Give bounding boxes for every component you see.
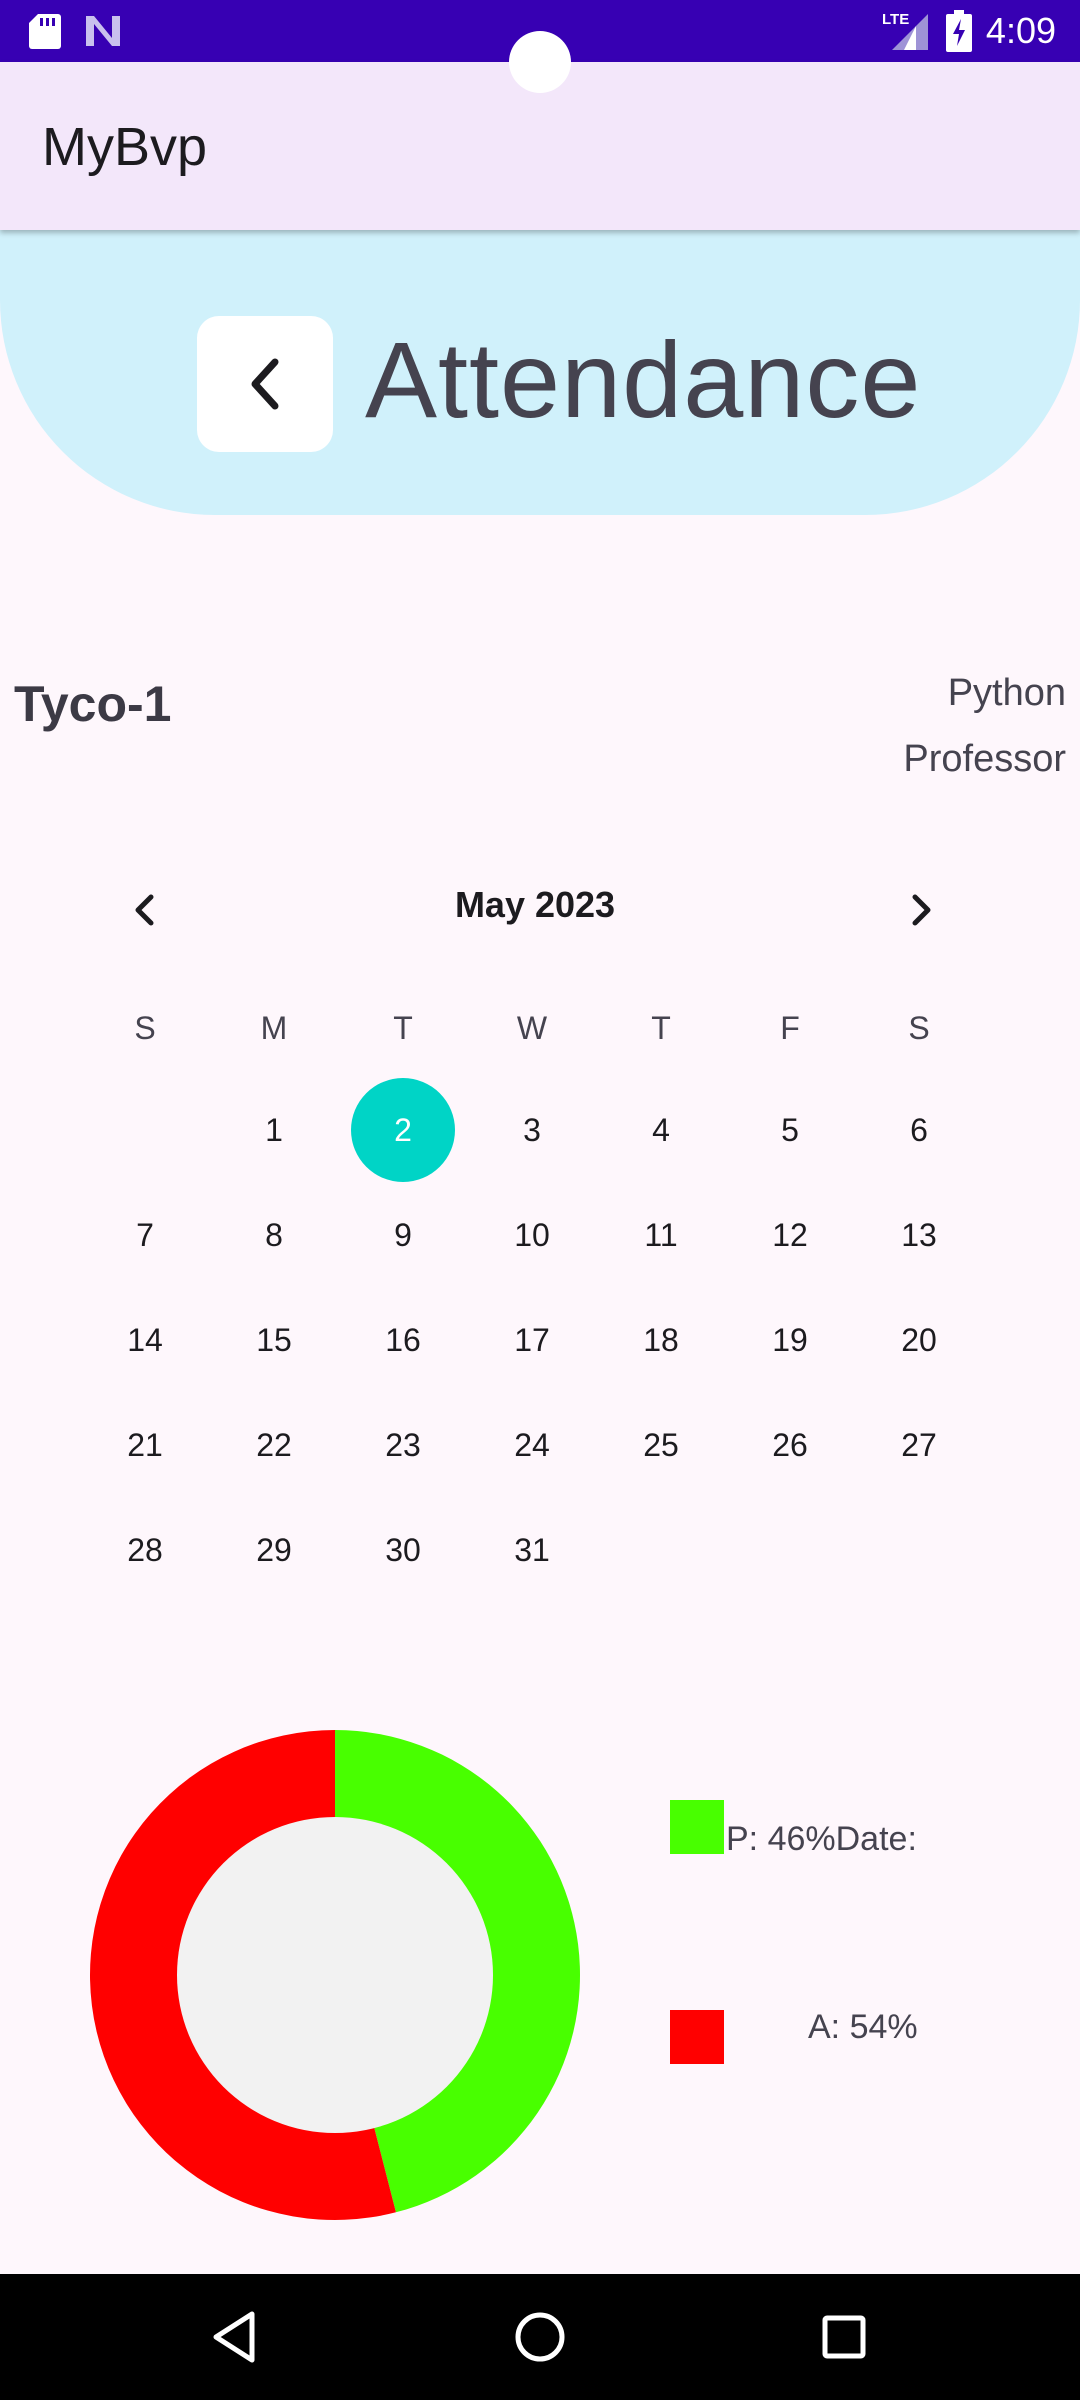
calendar-weekday: W — [516, 1010, 548, 1046]
sd-card-icon — [29, 14, 61, 49]
chart-center-hole — [177, 1817, 493, 2133]
chevron-left-icon — [251, 358, 279, 410]
class-name: Tyco-1 — [14, 676, 172, 732]
nav-back-button[interactable] — [172, 2274, 298, 2400]
calendar-day[interactable]: 26 — [740, 1395, 840, 1495]
status-right-icons: LTE 4:09 — [882, 8, 1056, 54]
calendar-day[interactable]: 10 — [482, 1185, 582, 1285]
calendar-day[interactable]: 22 — [224, 1395, 324, 1495]
network-label: LTE — [882, 11, 909, 28]
attendance-donut-chart — [90, 1730, 581, 2220]
nav-home-button[interactable] — [477, 2274, 603, 2400]
calendar-day[interactable]: 14 — [95, 1290, 195, 1390]
page-title: Attendance — [365, 319, 922, 440]
battery-charging-icon — [945, 10, 972, 52]
calendar-day[interactable]: 21 — [95, 1395, 195, 1495]
calendar-day[interactable]: 16 — [353, 1290, 453, 1390]
calendar-day[interactable]: 5 — [740, 1080, 840, 1180]
n-logo-icon — [86, 16, 120, 46]
subject-name: Python — [947, 672, 1066, 714]
calendar-day[interactable]: 9 — [353, 1185, 453, 1285]
calendar-day[interactable]: 27 — [869, 1395, 969, 1495]
navigation-bar — [0, 2274, 1080, 2400]
calendar-day[interactable]: 23 — [353, 1395, 453, 1495]
calendar-day[interactable]: 15 — [224, 1290, 324, 1390]
calendar-day[interactable]: 20 — [869, 1290, 969, 1390]
calendar-day[interactable]: 7 — [95, 1185, 195, 1285]
app-title: MyBvp — [42, 117, 208, 177]
calendar-day[interactable]: 13 — [869, 1185, 969, 1285]
next-month-button[interactable] — [896, 885, 946, 935]
legend-present-swatch — [670, 1800, 724, 1854]
status-time: 4:09 — [985, 10, 1056, 51]
calendar-day[interactable]: 19 — [740, 1290, 840, 1390]
calendar-day[interactable]: 24 — [482, 1395, 582, 1495]
camera-cutout — [509, 31, 571, 93]
calendar-weekday: T — [651, 1010, 671, 1046]
legend-absent-label: A: 54% — [808, 2008, 918, 2046]
home-circle-icon — [515, 2312, 565, 2362]
calendar-day[interactable]: 25 — [611, 1395, 711, 1495]
calendar-day[interactable]: 11 — [611, 1185, 711, 1285]
signal-icon: LTE — [882, 11, 928, 50]
calendar-day[interactable]: 29 — [224, 1500, 324, 1600]
nav-recents-button[interactable] — [781, 2274, 907, 2400]
calendar-weekday: T — [393, 1010, 413, 1046]
back-button[interactable] — [197, 316, 333, 452]
calendar-day[interactable]: 1 — [224, 1080, 324, 1180]
recents-square-icon — [822, 2315, 866, 2359]
calendar-month-label: May 2023 — [454, 884, 616, 925]
calendar-day[interactable]: 12 — [740, 1185, 840, 1285]
calendar-day[interactable]: 4 — [611, 1080, 711, 1180]
calendar-day[interactable]: 17 — [482, 1290, 582, 1390]
status-left-icons — [28, 12, 122, 50]
calendar-day[interactable]: 8 — [224, 1185, 324, 1285]
calendar-day[interactable]: 3 — [482, 1080, 582, 1180]
back-triangle-icon — [213, 2311, 255, 2363]
previous-month-button[interactable] — [120, 885, 170, 935]
calendar-day[interactable]: 6 — [869, 1080, 969, 1180]
legend-present-label: P: 46%Date: — [726, 1820, 917, 1858]
calendar-weekday: S — [908, 1010, 930, 1046]
calendar-day-selected[interactable]: 2 — [353, 1080, 453, 1180]
calendar-day[interactable]: 30 — [353, 1500, 453, 1600]
calendar-weekday: F — [780, 1010, 800, 1046]
calendar-day[interactable]: 31 — [482, 1500, 582, 1600]
legend-absent-swatch — [670, 2010, 724, 2064]
calendar-day[interactable]: 28 — [95, 1500, 195, 1600]
calendar-weekday: S — [134, 1010, 156, 1046]
teacher-name: Professor — [903, 738, 1066, 780]
calendar-day[interactable]: 18 — [611, 1290, 711, 1390]
calendar-weekday: M — [260, 1010, 288, 1046]
